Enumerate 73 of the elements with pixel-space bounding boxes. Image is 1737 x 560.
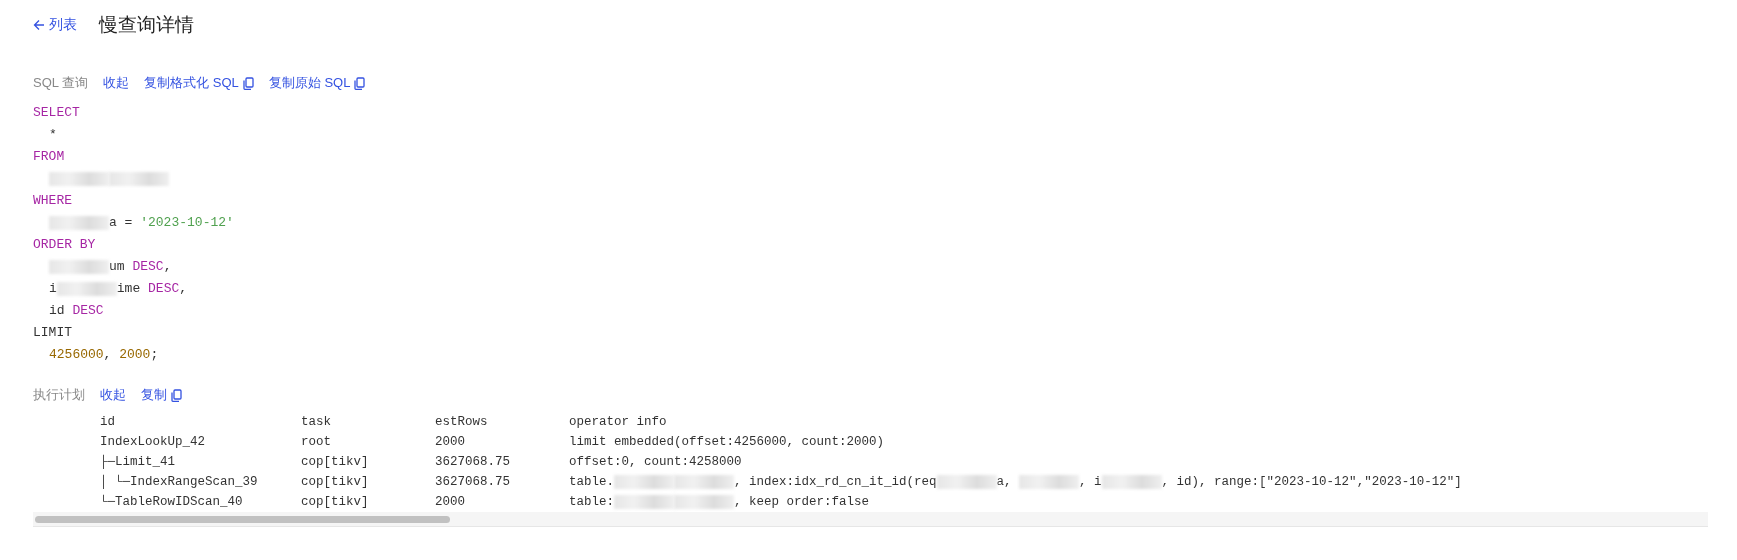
redaction-blur xyxy=(1101,475,1162,489)
code-text: id xyxy=(49,302,66,320)
code-text: DESC xyxy=(132,258,164,276)
redaction-blur xyxy=(49,260,109,274)
redaction-blur xyxy=(936,475,997,489)
redaction-blur xyxy=(56,282,117,296)
code-text: WHERE xyxy=(33,192,72,210)
code-text: ime xyxy=(116,280,142,298)
code-text: table: xyxy=(569,494,614,511)
code-text: um xyxy=(109,258,126,276)
code-text: cop[tikv] xyxy=(301,454,369,471)
copy-icon xyxy=(171,388,182,402)
column-header: id xyxy=(100,414,116,431)
code-text: , i xyxy=(1079,474,1102,491)
code-text: │ └─IndexRangeScan_39 xyxy=(100,473,258,491)
code-text: cop[tikv] xyxy=(301,474,369,491)
code-text: 2000 xyxy=(435,494,465,511)
code-text: , index:idx_rd_cn_it_id(req xyxy=(734,474,937,491)
back-arrow-icon xyxy=(33,19,45,31)
section-label: 执行计划 xyxy=(33,386,85,404)
redaction-blur xyxy=(674,495,734,509)
code-text: table. xyxy=(569,474,614,491)
horizontal-scrollbar[interactable] xyxy=(33,512,1708,526)
code-text: * xyxy=(49,126,57,144)
code-text: , id), range:["2023-10-12","2023-10-12"] xyxy=(1161,474,1462,491)
code-text: 2000 xyxy=(435,434,465,451)
scrollbar-thumb[interactable] xyxy=(35,515,450,523)
code-text: └─TableRowIDScan_40 xyxy=(100,493,243,511)
column-header: task xyxy=(301,414,332,431)
code-text: root xyxy=(301,434,331,451)
redaction-blur xyxy=(49,216,109,230)
redaction-blur xyxy=(614,475,674,489)
code-text: a = xyxy=(109,214,134,232)
redaction-blur xyxy=(614,495,674,509)
collapse-link[interactable]: 收起 xyxy=(103,74,130,92)
collapse-link[interactable]: 收起 xyxy=(100,386,126,404)
code-text: DESC xyxy=(72,302,104,320)
code-text: , keep order:false xyxy=(734,494,870,511)
redaction-blur xyxy=(674,475,734,489)
copy-link[interactable]: 复制原始 SQL xyxy=(268,74,366,92)
code-text: 4256000 xyxy=(49,346,104,364)
code-text: , xyxy=(163,258,172,276)
code-text: DESC xyxy=(148,280,180,298)
code-text: IndexLookUp_42 xyxy=(100,434,206,451)
redaction-blur xyxy=(49,172,109,186)
code-text: a, xyxy=(996,474,1013,491)
code-text: i xyxy=(49,280,57,298)
code-text: , xyxy=(179,280,188,298)
code-text: FROM xyxy=(33,148,65,166)
column-header: estRows xyxy=(435,414,489,431)
code-text: cop[tikv] xyxy=(301,494,369,511)
code-text: '2023-10-12' xyxy=(140,214,234,232)
code-text: 3627068.75 xyxy=(435,474,510,491)
code-text: 3627068.75 xyxy=(435,454,510,471)
code-text: 2000 xyxy=(119,346,151,364)
copy-link[interactable]: 复制格式化 SQL xyxy=(144,74,254,92)
copy-link[interactable]: 复制 xyxy=(141,386,182,404)
code-text: LIMIT xyxy=(33,324,72,342)
back-link[interactable]: 列表 xyxy=(33,16,77,34)
code-text: ├─Limit_41 xyxy=(100,453,175,471)
redaction-blur xyxy=(1019,475,1080,489)
code-text: ORDER BY xyxy=(33,236,96,254)
code-text: ; xyxy=(150,346,159,364)
code-text: offset:0, count:4258000 xyxy=(569,454,742,471)
copy-icon xyxy=(354,76,366,90)
page-title: 慢查询详情 xyxy=(99,13,194,37)
column-header: operator info xyxy=(569,414,668,431)
redaction-blur xyxy=(109,172,169,186)
copy-icon xyxy=(242,76,254,90)
code-text: limit embedded(offset:4256000, count:2000) xyxy=(569,434,885,451)
code-text: SELECT xyxy=(33,104,80,122)
section-label: SQL 查询 xyxy=(33,74,89,92)
code-text: , xyxy=(103,346,113,364)
